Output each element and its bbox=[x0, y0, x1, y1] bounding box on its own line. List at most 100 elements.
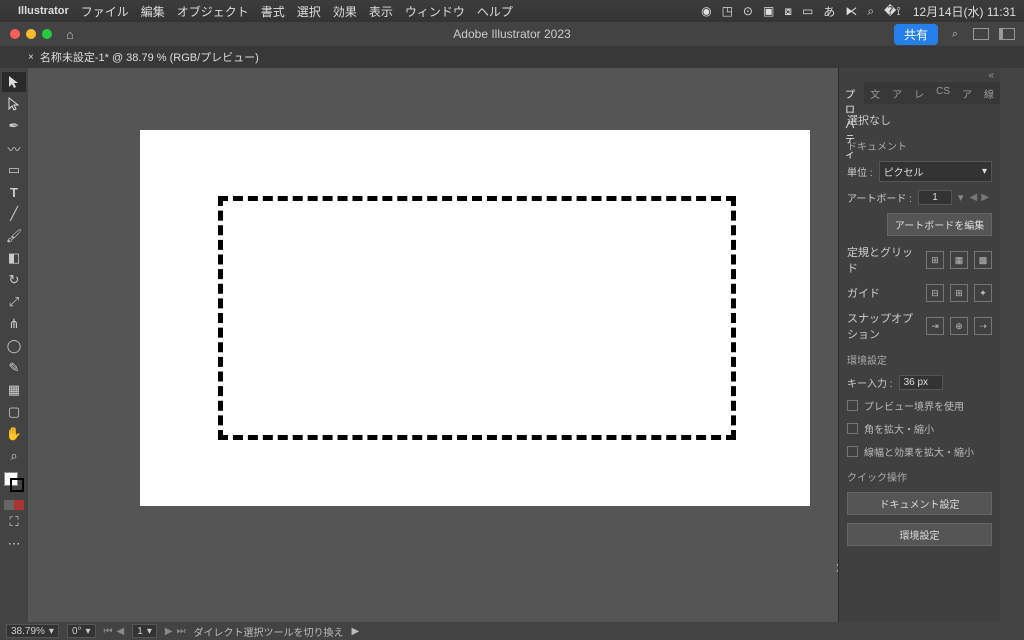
fill-stroke-control[interactable] bbox=[4, 472, 24, 494]
width-tool[interactable]: ⋔ bbox=[2, 314, 26, 334]
smart-guides-icon[interactable]: ✦ bbox=[974, 284, 992, 302]
workspace-icon[interactable] bbox=[998, 25, 1016, 43]
tab-properties[interactable]: プロパティ bbox=[839, 82, 864, 104]
paintbrush-tool[interactable]: 🖌 bbox=[2, 226, 26, 246]
search-app-icon[interactable]: ⌕ bbox=[946, 25, 964, 43]
menu-file[interactable]: ファイル bbox=[81, 3, 129, 20]
gradient-tool[interactable]: ▦ bbox=[2, 380, 26, 400]
close-window-button[interactable] bbox=[10, 29, 20, 39]
status-icon-3[interactable]: ▣ bbox=[763, 4, 774, 18]
artboard-last-icon[interactable]: ⏭ bbox=[177, 626, 186, 637]
stroke-swatch[interactable] bbox=[10, 478, 24, 492]
zoom-tool[interactable]: ⌕ bbox=[2, 446, 26, 466]
selection-tool[interactable] bbox=[2, 72, 26, 92]
preview-bounds-checkbox[interactable]: プレビュー境界を使用 bbox=[847, 398, 992, 413]
transparency-grid-icon[interactable]: ▩ bbox=[974, 251, 992, 269]
rectangle-tool[interactable]: ▭ bbox=[2, 160, 26, 180]
artboard-next-icon[interactable]: ▶ bbox=[981, 192, 989, 203]
direct-selection-tool[interactable] bbox=[2, 94, 26, 114]
key-input-field[interactable]: 36 px bbox=[899, 375, 943, 390]
artboard-prev-icon[interactable]: ◀ bbox=[970, 192, 978, 203]
tab-cs[interactable]: CS bbox=[930, 82, 956, 104]
ruler-toggle-icon[interactable]: ⊞ bbox=[926, 251, 944, 269]
chevron-down-icon[interactable]: ▾ bbox=[958, 191, 964, 204]
snap-label: スナップオプション bbox=[847, 310, 920, 342]
bluetooth-icon[interactable]: ⧇ bbox=[784, 4, 792, 19]
artboard-first-icon[interactable]: ⏮ bbox=[104, 626, 113, 637]
input-icon[interactable]: あ bbox=[823, 3, 835, 20]
guides-lock-icon[interactable]: ⊞ bbox=[950, 284, 968, 302]
rotate-field[interactable]: 0°▾ bbox=[67, 624, 96, 638]
zoom-window-button[interactable] bbox=[42, 29, 52, 39]
artboard-next-icon[interactable]: ▶ bbox=[165, 626, 173, 637]
tab-character[interactable]: 文 bbox=[864, 82, 886, 104]
share-button[interactable]: 共有 bbox=[894, 24, 938, 45]
draw-mode-control[interactable] bbox=[4, 500, 24, 510]
status-icon-2[interactable]: ⊙ bbox=[743, 4, 753, 18]
scale-strokes-checkbox[interactable]: 線幅と効果を拡大・縮小 bbox=[847, 444, 992, 459]
preview-bounds-label: プレビュー境界を使用 bbox=[864, 398, 964, 413]
snap-point-icon[interactable]: ⇥ bbox=[926, 317, 944, 335]
prefs-section-label: 環境設定 bbox=[847, 352, 992, 367]
document-section-label: ドキュメント bbox=[847, 138, 992, 153]
menu-help[interactable]: ヘルプ bbox=[477, 3, 513, 20]
grid-toggle-icon[interactable]: ▦ bbox=[950, 251, 968, 269]
menu-type[interactable]: 書式 bbox=[261, 3, 285, 20]
tab-stroke[interactable]: 線 bbox=[978, 82, 1000, 104]
wifi-icon[interactable]: ⧔ bbox=[845, 4, 857, 18]
eraser-tool[interactable]: ◧ bbox=[2, 248, 26, 268]
edit-toolbar-button[interactable]: ⋯ bbox=[2, 534, 26, 554]
menu-view[interactable]: 表示 bbox=[369, 3, 393, 20]
dashed-rectangle-object[interactable] bbox=[218, 196, 736, 440]
shape-builder-tool[interactable]: ◯ bbox=[2, 336, 26, 356]
curvature-tool[interactable]: 〰 bbox=[2, 138, 26, 158]
guides-visibility-icon[interactable]: ⊟ bbox=[926, 284, 944, 302]
menu-object[interactable]: オブジェクト bbox=[177, 3, 249, 20]
battery-icon[interactable]: ▭ bbox=[802, 4, 813, 18]
canvas[interactable]: ➤ bbox=[28, 68, 838, 622]
app-menu[interactable]: Illustrator bbox=[18, 5, 69, 17]
eyedropper-tool[interactable]: ✎ bbox=[2, 358, 26, 378]
menu-select[interactable]: 選択 bbox=[297, 3, 321, 20]
tab-assets[interactable]: ア bbox=[956, 82, 978, 104]
type-tool[interactable]: T bbox=[2, 182, 26, 202]
scale-corners-label: 角を拡大・縮小 bbox=[864, 421, 934, 436]
document-tab[interactable]: × 名称未設定-1* @ 38.79 % (RGB/プレビュー) bbox=[28, 49, 259, 65]
clock[interactable]: 12月14日(水) 11:31 bbox=[913, 3, 1016, 20]
pen-tool[interactable]: ✒ bbox=[2, 116, 26, 136]
document-setup-button[interactable]: ドキュメント設定 bbox=[847, 492, 992, 515]
status-icon-1[interactable]: ◳ bbox=[722, 4, 733, 18]
zoom-field[interactable]: 38.79%▾ bbox=[6, 624, 59, 638]
line-tool[interactable]: ╱ bbox=[2, 204, 26, 224]
rotate-tool[interactable]: ↻ bbox=[2, 270, 26, 290]
hand-tool[interactable]: ✋ bbox=[2, 424, 26, 444]
home-icon[interactable]: ⌂ bbox=[66, 27, 74, 42]
tab-art[interactable]: ア bbox=[886, 82, 908, 104]
screen-mode-tool[interactable]: ⛶ bbox=[2, 512, 26, 532]
menu-edit[interactable]: 編集 bbox=[141, 3, 165, 20]
edit-artboard-button[interactable]: アートボードを編集 bbox=[887, 213, 992, 236]
tool-hint: ダイレクト選択ツールを切り換え bbox=[194, 624, 344, 639]
artboard-number-field[interactable]: 1 bbox=[918, 190, 952, 205]
artboard-tool[interactable]: ▢ bbox=[2, 402, 26, 422]
minimize-window-button[interactable] bbox=[26, 29, 36, 39]
panel-collapse-icon[interactable]: « bbox=[839, 68, 1000, 82]
snap-pixel-icon[interactable]: ⇢ bbox=[974, 317, 992, 335]
artboard-prev-icon[interactable]: ◀ bbox=[117, 626, 125, 637]
tab-layers[interactable]: レ bbox=[908, 82, 930, 104]
scale-tool[interactable]: ⤢ bbox=[2, 292, 26, 312]
hint-expand-icon[interactable]: ▶ bbox=[352, 626, 360, 637]
cursor-icon: ➤ bbox=[835, 560, 838, 576]
control-center-icon[interactable]: �⟟ bbox=[884, 4, 901, 19]
arrange-icon[interactable] bbox=[972, 25, 990, 43]
menu-effect[interactable]: 効果 bbox=[333, 3, 357, 20]
search-icon[interactable]: ⌕ bbox=[867, 4, 874, 19]
snap-grid-icon[interactable]: ⊕ bbox=[950, 317, 968, 335]
artboard-nav-field[interactable]: 1▾ bbox=[132, 624, 157, 638]
menu-window[interactable]: ウィンドウ bbox=[405, 3, 465, 20]
close-tab-icon[interactable]: × bbox=[28, 52, 34, 63]
unit-select[interactable]: ピクセル ▾ bbox=[879, 161, 992, 182]
preferences-button[interactable]: 環境設定 bbox=[847, 523, 992, 546]
line-icon[interactable]: ◉ bbox=[701, 4, 711, 18]
scale-corners-checkbox[interactable]: 角を拡大・縮小 bbox=[847, 421, 992, 436]
